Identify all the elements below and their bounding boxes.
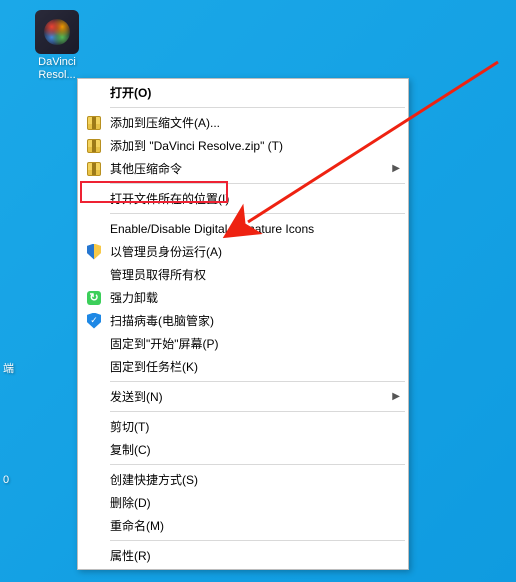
blank-icon [84,336,104,352]
archive-icon [84,161,104,177]
menu-rename[interactable]: 重命名(M) [80,514,406,537]
davinci-resolve-icon [35,10,79,54]
menu-pin-taskbar[interactable]: 固定到任务栏(K) [80,355,406,378]
blank-icon [84,191,104,207]
shield-admin-icon [84,244,104,260]
blank-icon [84,221,104,237]
menu-send-to[interactable]: 发送到(N) ▶ [80,385,406,408]
menu-separator [110,183,405,184]
desktop-shortcut-davinci[interactable]: DaVinci Resol... [30,10,84,82]
menu-pin-start[interactable]: 固定到"开始"屏幕(P) [80,332,406,355]
blank-icon [84,442,104,458]
archive-icon [84,115,104,131]
menu-scan-virus[interactable]: 扫描病毒(电脑管家) [80,309,406,332]
menu-separator [110,411,405,412]
shield-scan-icon [84,313,104,329]
blank-icon [84,495,104,511]
menu-separator [110,540,405,541]
desktop-shortcut-label: DaVinci Resol... [30,56,84,82]
menu-separator [110,464,405,465]
menu-open-file-location[interactable]: 打开文件所在的位置(I) [80,187,406,210]
uninstall-icon [84,290,104,306]
blank-icon [84,359,104,375]
menu-add-archive[interactable]: 添加到压缩文件(A)... [80,111,406,134]
menu-other-compress[interactable]: 其他压缩命令 ▶ [80,157,406,180]
menu-run-as-admin[interactable]: 以管理员身份运行(A) [80,240,406,263]
blank-icon [84,472,104,488]
menu-separator [110,107,405,108]
menu-take-ownership[interactable]: 管理员取得所有权 [80,263,406,286]
menu-separator [110,381,405,382]
menu-force-uninstall[interactable]: 强力卸载 [80,286,406,309]
blank-icon [84,267,104,283]
menu-properties[interactable]: 属性(R) [80,544,406,567]
menu-delete[interactable]: 删除(D) [80,491,406,514]
chevron-right-icon: ▶ [392,391,400,402]
blank-icon [84,518,104,534]
chevron-right-icon: ▶ [392,163,400,174]
partial-icon-label-1: 端 [3,360,14,376]
archive-icon [84,138,104,154]
menu-create-shortcut[interactable]: 创建快捷方式(S) [80,468,406,491]
menu-separator [110,213,405,214]
menu-open[interactable]: 打开(O) [80,81,406,104]
blank-icon [84,419,104,435]
blank-icon [84,85,104,101]
blank-icon [84,389,104,405]
partial-icon-label-2: 0 [3,474,9,486]
menu-cut[interactable]: 剪切(T) [80,415,406,438]
menu-copy[interactable]: 复制(C) [80,438,406,461]
context-menu: 打开(O) 添加到压缩文件(A)... 添加到 "DaVinci Resolve… [77,78,409,570]
menu-add-zip[interactable]: 添加到 "DaVinci Resolve.zip" (T) [80,134,406,157]
blank-icon [84,548,104,564]
menu-signature-icons[interactable]: Enable/Disable Digital Signature Icons [80,217,406,240]
